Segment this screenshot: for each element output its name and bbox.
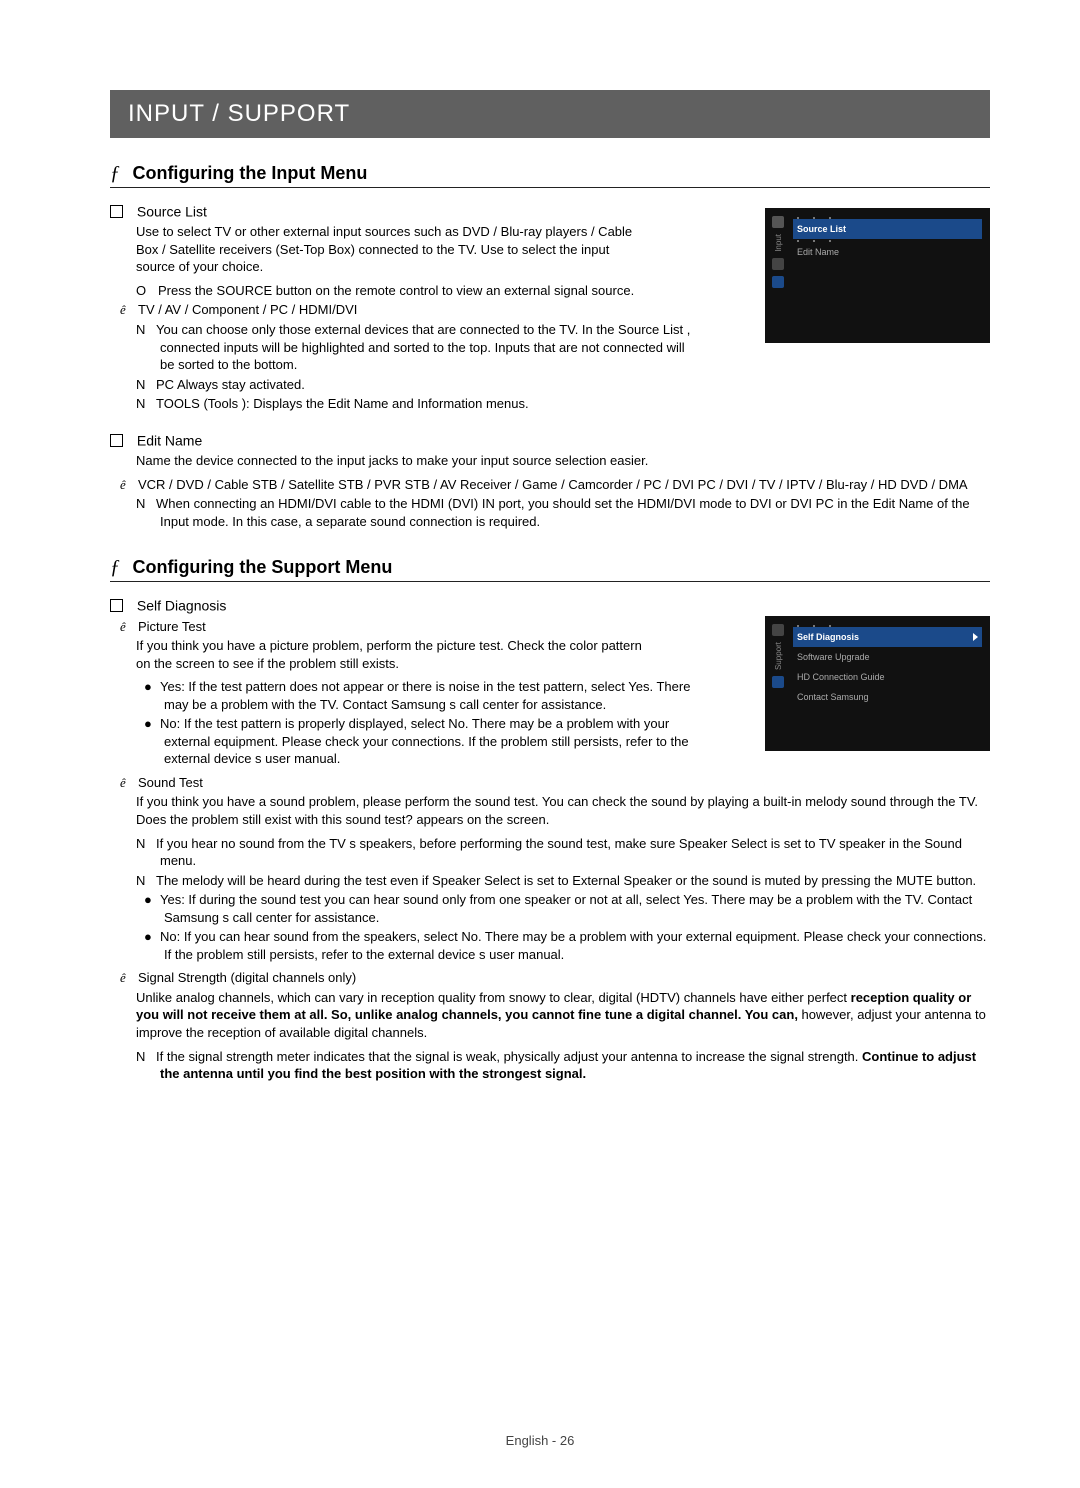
section-support-heading: ƒ Configuring the Support Menu	[110, 556, 990, 582]
self-diagnosis-heading: Self Diagnosis	[110, 596, 990, 613]
chevron-right-icon	[973, 633, 978, 641]
checkbox-icon	[110, 599, 123, 612]
osd-row-hd-guide[interactable]: HD Connection Guide	[793, 667, 982, 687]
sound-test-n1: NIf you hear no sound from the TV s spea…	[136, 835, 990, 870]
signal-strength-label: êSignal Strength (digital channels only)	[120, 969, 990, 987]
edit-name-note: NWhen connecting an HDMI/DVI cable to th…	[136, 495, 990, 530]
osd-row-source-list[interactable]: Source List	[793, 219, 982, 239]
sound-test-desc: If you think you have a sound problem, p…	[136, 793, 990, 828]
source-list-desc: Use to select TV or other external input…	[136, 223, 646, 276]
osd-row-self-diagnosis[interactable]: Self Diagnosis	[793, 627, 982, 647]
plug-icon	[772, 258, 784, 270]
osd-row-edit-name[interactable]: Edit Name	[793, 242, 982, 262]
sound-test-label: êSound Test	[120, 774, 990, 792]
osd-row-contact[interactable]: Contact Samsung	[793, 687, 982, 707]
page-footer: English - 26	[0, 1433, 1080, 1448]
source-note-1: NYou can choose only those external devi…	[136, 321, 700, 374]
source-note-3: NTOOLS (Tools ): Displays the Edit Name …	[136, 395, 990, 413]
section-input-heading: ƒ Configuring the Input Menu	[110, 162, 990, 188]
osd-tab-input: Input	[774, 234, 783, 252]
edit-name-desc: Name the device connected to the input j…	[136, 452, 990, 470]
plug-icon	[772, 624, 784, 636]
signal-strength-note: NIf the signal strength meter indicates …	[136, 1048, 990, 1083]
sound-test-no: ●No: If you can hear sound from the spea…	[144, 928, 990, 963]
osd-input-preview: Input Source List Edit Name	[765, 208, 990, 343]
edit-name-heading: Edit Name	[110, 431, 990, 448]
checkbox-icon	[110, 205, 123, 218]
picture-test-no: ●No: If the test pattern is properly dis…	[144, 715, 694, 768]
tag-icon	[772, 276, 784, 288]
signal-strength-desc: Unlike analog channels, which can vary i…	[136, 989, 990, 1042]
osd-support-preview: Support Self Diagnosis Software Upgrade …	[765, 616, 990, 751]
osd-tab-support: Support	[774, 642, 783, 670]
sound-test-n2: NThe melody will be heard during the tes…	[136, 872, 990, 890]
source-note-2: NPC Always stay activated.	[136, 376, 990, 394]
checkbox-icon	[110, 434, 123, 447]
edit-name-types: êVCR / DVD / Cable STB / Satellite STB /…	[120, 476, 990, 494]
page-title: INPUT / SUPPORT	[110, 90, 990, 138]
sound-test-yes: ●Yes: If during the sound test you can h…	[144, 891, 990, 926]
picture-test-yes: ●Yes: If the test pattern does not appea…	[144, 678, 694, 713]
gear-icon	[772, 216, 784, 228]
picture-test-desc: If you think you have a picture problem,…	[136, 637, 646, 672]
question-icon	[772, 676, 784, 688]
osd-row-software-upgrade[interactable]: Software Upgrade	[793, 647, 982, 667]
